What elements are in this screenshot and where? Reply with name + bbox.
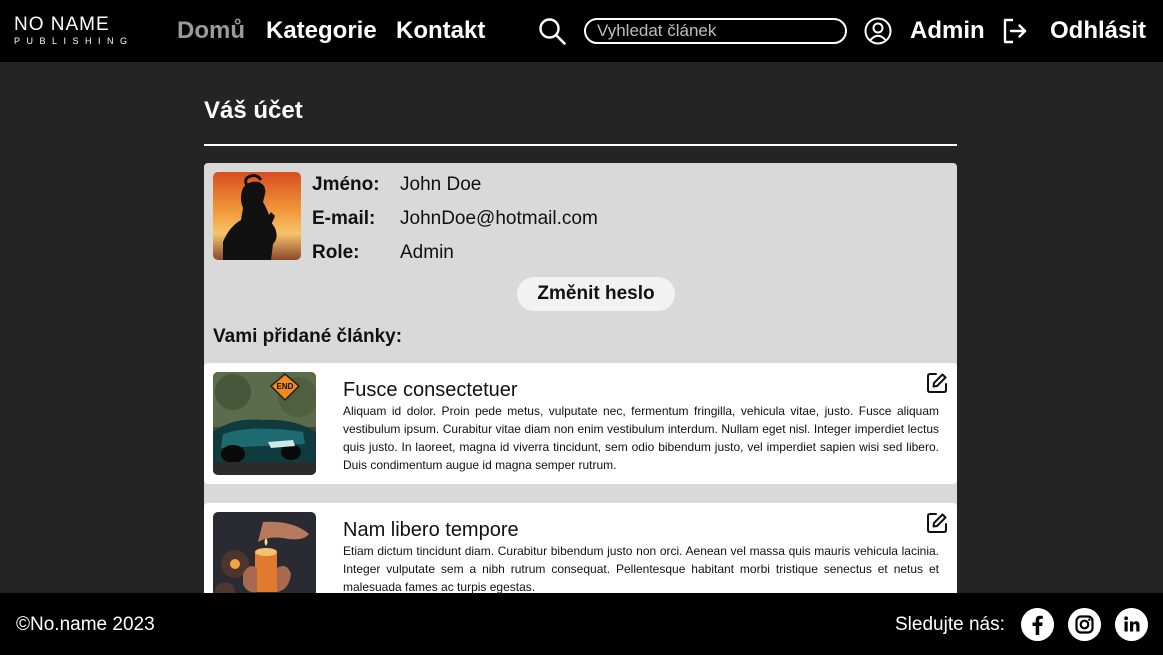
search-icon[interactable]: [537, 16, 567, 46]
edit-icon[interactable]: [925, 511, 949, 535]
title-divider: [204, 144, 957, 146]
email-value: JohnDoe@hotmail.com: [400, 208, 598, 229]
edit-icon[interactable]: [925, 371, 949, 395]
name-label: Jméno:: [312, 174, 380, 195]
search-input[interactable]: [584, 18, 847, 44]
site-logo[interactable]: NO NAME PUBLISHING: [14, 15, 142, 47]
article-title[interactable]: Fusce consectetuer: [343, 377, 518, 403]
top-navbar: NO NAME PUBLISHING Domů Kategorie Kontak…: [0, 0, 1163, 62]
avatar-silhouette-image: [213, 172, 301, 260]
user-name-label[interactable]: Admin: [910, 16, 985, 46]
email-label: E-mail:: [312, 208, 376, 229]
nav-categories-link[interactable]: Kategorie: [266, 16, 377, 46]
car-photo-image: END: [213, 372, 316, 475]
follow-us-label: Sledujte nás:: [895, 614, 1005, 635]
article-title[interactable]: Nam libero tempore: [343, 517, 519, 543]
role-label: Role:: [312, 242, 360, 263]
logout-icon[interactable]: [1001, 17, 1029, 45]
articles-heading: Vami přidané články:: [213, 326, 403, 347]
article-thumbnail: END: [213, 372, 316, 475]
linkedin-icon[interactable]: [1115, 608, 1148, 641]
page-title: Váš účet: [204, 97, 303, 124]
nav-home-link[interactable]: Domů: [177, 16, 245, 46]
logo-subtitle: PUBLISHING: [14, 36, 134, 46]
article-excerpt: Aliquam id dolor. Proin pede metus, vulp…: [343, 404, 939, 472]
footer: ©No.name 2023 Sledujte nás:: [0, 593, 1163, 655]
nav-contact-link[interactable]: Kontakt: [396, 16, 485, 46]
profile-avatar: [213, 172, 301, 260]
copyright-text: ©No.name 2023: [16, 614, 155, 635]
logout-link[interactable]: Odhlásit: [1050, 16, 1146, 46]
article-card[interactable]: END Fusce consectetuer Aliquam id dolor.…: [204, 363, 957, 484]
account-panel: Jméno: John Doe E-mail: JohnDoe@hotmail.…: [204, 163, 957, 643]
article-excerpt: Etiam dictum tincidunt diam. Curabitur b…: [343, 544, 939, 594]
sign-text: END: [277, 382, 294, 391]
role-value: Admin: [400, 242, 454, 263]
instagram-icon[interactable]: [1068, 608, 1101, 641]
user-avatar-icon: [864, 17, 892, 45]
logo-wordmark: NO NAME: [14, 14, 110, 35]
change-password-button[interactable]: Změnit heslo: [517, 277, 675, 311]
name-value: John Doe: [400, 174, 482, 195]
facebook-icon[interactable]: [1021, 608, 1054, 641]
